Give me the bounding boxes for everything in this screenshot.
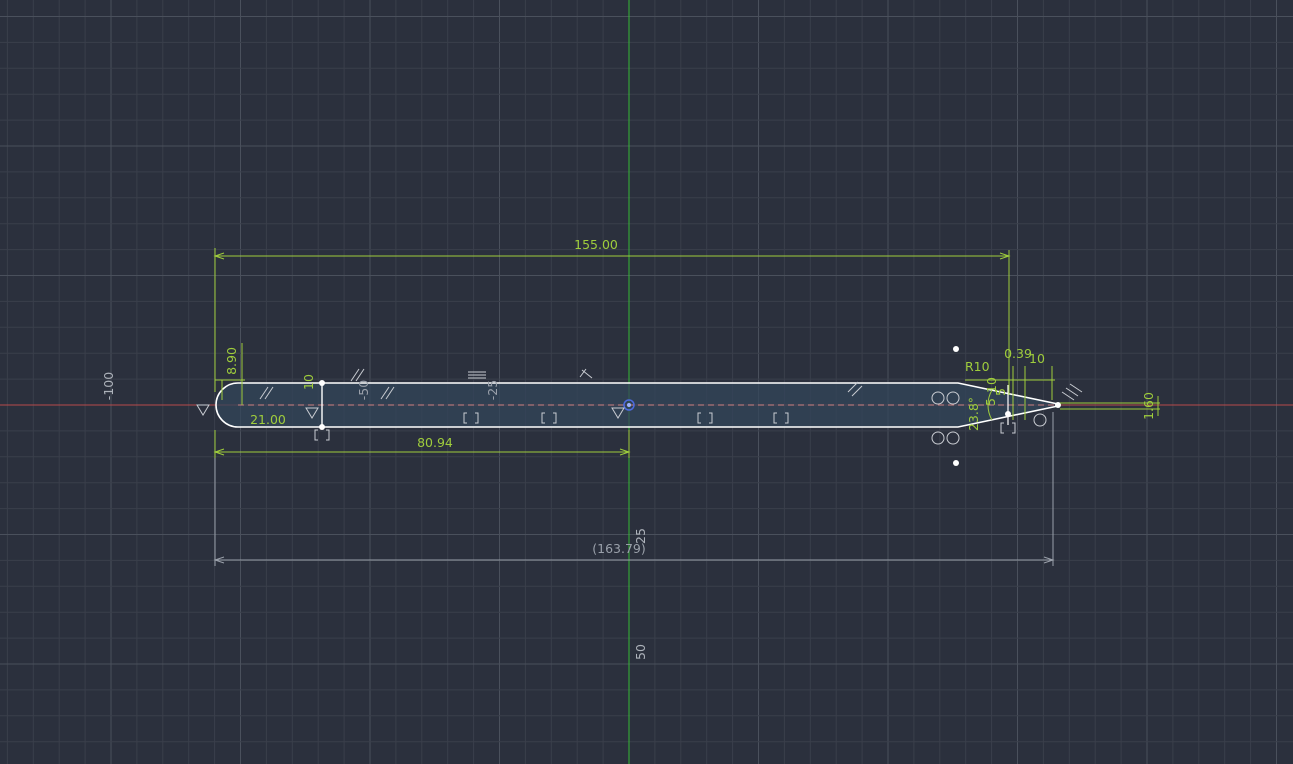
ruler-mark-neg-25: -25	[485, 380, 500, 400]
dimension-0-39-label[interactable]: 0.39	[1004, 346, 1032, 361]
dimension-10-label[interactable]: 10	[1029, 351, 1045, 366]
reference-dimension-label[interactable]: (163.79)	[592, 541, 646, 556]
ruler-mark-10: 10	[301, 374, 316, 390]
dimension-radius-label[interactable]: R10	[965, 359, 990, 374]
dimension-80-94-label[interactable]: 80.94	[417, 435, 453, 450]
axis-label-y-50: 50	[633, 644, 648, 660]
dimension-1-60-label[interactable]: 1.60	[1141, 392, 1156, 420]
dimension-8-90-label[interactable]: 8.90	[224, 347, 239, 375]
ruler-mark-neg-50: -50	[356, 380, 371, 400]
sketch-canvas[interactable]: -100 25 50 (163.79) 155.00 80.94 8.90 21…	[0, 0, 1293, 764]
dimension-small-c-label[interactable]: 5	[983, 398, 998, 406]
dimension-angle-label[interactable]: 23.8°	[966, 397, 981, 431]
dimension-21-00-label[interactable]: 21.00	[250, 412, 286, 427]
dimension-155-label[interactable]: 155.00	[574, 237, 618, 252]
dimension-small-b-label[interactable]: 5	[993, 388, 1008, 396]
axis-label-x-neg-100: -100	[101, 372, 116, 400]
